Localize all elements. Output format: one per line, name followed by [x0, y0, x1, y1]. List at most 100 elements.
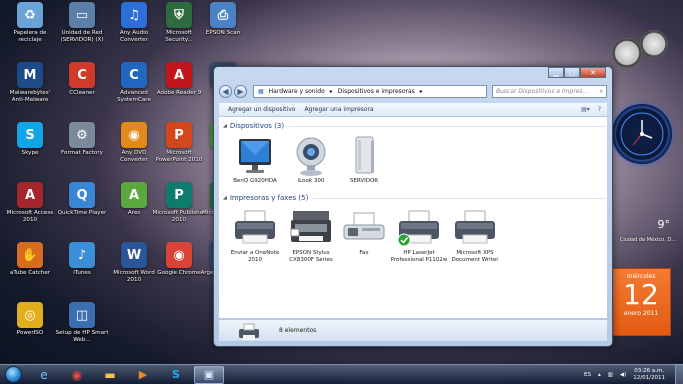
view-options-icon[interactable]: ▤▾ — [581, 106, 590, 113]
devices-group-header[interactable]: ◢ Dispositivos (3) — [223, 122, 605, 130]
skype-icon: S — [17, 122, 43, 148]
desktop-icon[interactable]: ⚙ Format Factory — [56, 122, 108, 178]
desktop-icon[interactable]: ✋ aTube Catcher — [4, 242, 56, 298]
chrome-icon: ◉ — [166, 242, 192, 268]
item-count: 8 elementos — [279, 327, 317, 334]
desktop-icon-label: Setup de HP Smart Web... — [55, 330, 109, 343]
taskbar-ie[interactable]: e — [29, 366, 59, 384]
desktop-icon-label: Malwarebytes' Anti-Malware — [9, 90, 51, 103]
printer-fax[interactable]: Fax — [334, 207, 394, 257]
printer-epson[interactable]: EPSON Stylus CX8300F Series — [281, 207, 341, 263]
volume-icon[interactable]: ◀) — [620, 372, 626, 378]
desktop-icon[interactable]: ◎ PowerISO — [4, 302, 56, 358]
desktop-icon-label: PowerISO — [16, 330, 44, 336]
taskbar-media-player[interactable]: ▶ — [128, 366, 158, 384]
window-caption-buttons: ▁ ▢ ✕ — [548, 67, 606, 78]
start-button[interactable] — [0, 365, 26, 384]
devices-summary-icon — [239, 323, 259, 340]
device-monitor[interactable]: BenQ G920HDA — [225, 135, 285, 185]
desktop-icon[interactable]: ⎙ EPSON Scan — [197, 2, 249, 58]
poweriso-icon: ◎ — [17, 302, 43, 328]
address-part[interactable]: Hardware y sonido — [269, 88, 325, 95]
printer-label: Enviar a OneNote 2010 — [230, 250, 280, 263]
printer-label: Fax — [359, 250, 369, 256]
desktop-icon-label: Skype — [21, 150, 39, 156]
printer-xps[interactable]: Microsoft XPS Document Writer — [445, 207, 505, 263]
add-device-button[interactable]: Agregar un dispositivo — [228, 106, 295, 113]
weather-gadget[interactable]: 9° Ciudad de México, D... — [612, 218, 678, 252]
word-icon: W — [121, 242, 147, 268]
ram-meter-gadget[interactable] — [640, 30, 668, 58]
address-part[interactable]: Dispositivos e impresoras — [338, 88, 415, 95]
taskbar-chrome[interactable]: ◉ — [62, 366, 92, 384]
search-icon: ⌕ — [599, 87, 603, 95]
network-drive-icon: ▭ — [69, 2, 95, 28]
close-button[interactable]: ✕ — [580, 67, 606, 78]
chevron-right-icon[interactable]: ▸ — [330, 88, 333, 95]
desktop-icon[interactable]: C CCleaner — [56, 62, 108, 118]
language-indicator[interactable]: ES — [584, 372, 591, 378]
printer-label: HP LaserJet Professional P1102w — [390, 250, 448, 263]
details-pane: 8 elementos — [219, 319, 607, 341]
taskbar-devices-window[interactable]: ▣ — [194, 365, 224, 384]
help-icon[interactable]: ? — [598, 106, 601, 113]
add-printer-button[interactable]: Agregar una impresora — [304, 106, 373, 113]
desktop-icon[interactable]: ♪ iTunes — [56, 242, 108, 298]
items-pane[interactable]: ◢ Dispositivos (3) BenQ G920HDA iLook 30… — [219, 117, 607, 318]
desktop-icon[interactable]: Q QuickTime Player — [56, 182, 108, 238]
devices-and-printers-window[interactable]: ▁ ▢ ✕ ◀ ▶ ▦ Hardware y sonido ▸ Disposit… — [213, 66, 613, 347]
printer-hp-default[interactable]: HP LaserJet Professional P1102w — [389, 207, 449, 263]
clock[interactable]: 03:26 a.m. 12/01/2011 — [633, 368, 665, 381]
maximize-button[interactable]: ▢ — [564, 67, 580, 78]
ccleaner-icon: C — [69, 62, 95, 88]
folder-icon: ▬ — [104, 367, 116, 382]
chevron-right-icon[interactable]: ▸ — [420, 88, 423, 95]
desktop-icon[interactable]: A Microsoft Access 2010 — [4, 182, 56, 238]
device-label: iLook 300 — [297, 178, 325, 184]
back-button[interactable]: ◀ — [219, 85, 232, 98]
desktop-icon[interactable]: ◫ Setup de HP Smart Web... — [55, 302, 109, 358]
show-hidden-icons-icon[interactable]: ▴ — [598, 372, 601, 378]
webcam-icon — [296, 137, 326, 176]
desktop-icon[interactable]: M Malwarebytes' Anti-Malware — [4, 62, 56, 118]
minimize-button[interactable]: ▁ — [548, 67, 564, 78]
address-bar[interactable]: ▦ Hardware y sonido ▸ Dispositivos e imp… — [253, 85, 487, 98]
desktop-icon-label: Papelera de reciclaje — [13, 30, 47, 43]
network-icon[interactable]: ▥ — [608, 372, 613, 378]
desktop-icon[interactable]: ▭ Unidad de Red (SERVIDOR) (X) — [56, 2, 108, 58]
publisher-icon: P — [166, 182, 192, 208]
desktop-icon-label: EPSON Scan — [205, 30, 241, 36]
taskbar-skype[interactable]: S — [161, 366, 191, 384]
windows-orb-icon — [4, 366, 22, 383]
adobe-reader-icon: A — [166, 62, 192, 88]
clock-gadget[interactable] — [612, 104, 672, 164]
weather-temperature: 9° — [657, 218, 671, 231]
show-desktop-button[interactable] — [675, 364, 683, 384]
device-webcam[interactable]: iLook 300 — [281, 135, 341, 185]
calendar-gadget[interactable]: miércoles 12 enero 2011 — [611, 268, 671, 336]
search-input[interactable]: Buscar Dispositivos e impres... ⌕ — [492, 85, 607, 98]
internet-explorer-icon: e — [40, 367, 48, 382]
desktop-icon-label: QuickTime Player — [57, 210, 107, 216]
dvd-converter-icon: ◉ — [121, 122, 147, 148]
cpu-meter-gadget[interactable] — [612, 38, 642, 68]
desktop-icon-label: Unidad de Red (SERVIDOR) (X) — [60, 30, 104, 43]
forward-button[interactable]: ▶ — [234, 85, 247, 98]
collapse-icon[interactable]: ◢ — [223, 195, 227, 201]
collapse-icon[interactable]: ◢ — [223, 123, 227, 129]
printer-onenote[interactable]: Enviar a OneNote 2010 — [225, 207, 285, 263]
desktop-icon[interactable]: ♻ Papelera de reciclaje — [4, 2, 56, 58]
monitor-icon — [239, 139, 271, 173]
media-player-icon: ▶ — [138, 368, 148, 381]
command-bar: Agregar un dispositivo Agregar una impre… — [219, 103, 607, 117]
fax-icon — [343, 212, 385, 240]
taskbar-explorer[interactable]: ▬ — [95, 366, 125, 384]
printers-group-header[interactable]: ◢ Impresoras y faxes (5) — [223, 194, 605, 202]
format-factory-icon: ⚙ — [69, 122, 95, 148]
clock-date: 12/01/2011 — [633, 374, 665, 381]
audio-converter-icon: ♫ — [121, 2, 147, 28]
device-server[interactable]: SERVIDOR — [334, 135, 394, 185]
desktop-icon-label: aTube Catcher — [9, 270, 51, 276]
printer-icon — [235, 210, 275, 244]
desktop-icon[interactable]: S Skype — [4, 122, 56, 178]
